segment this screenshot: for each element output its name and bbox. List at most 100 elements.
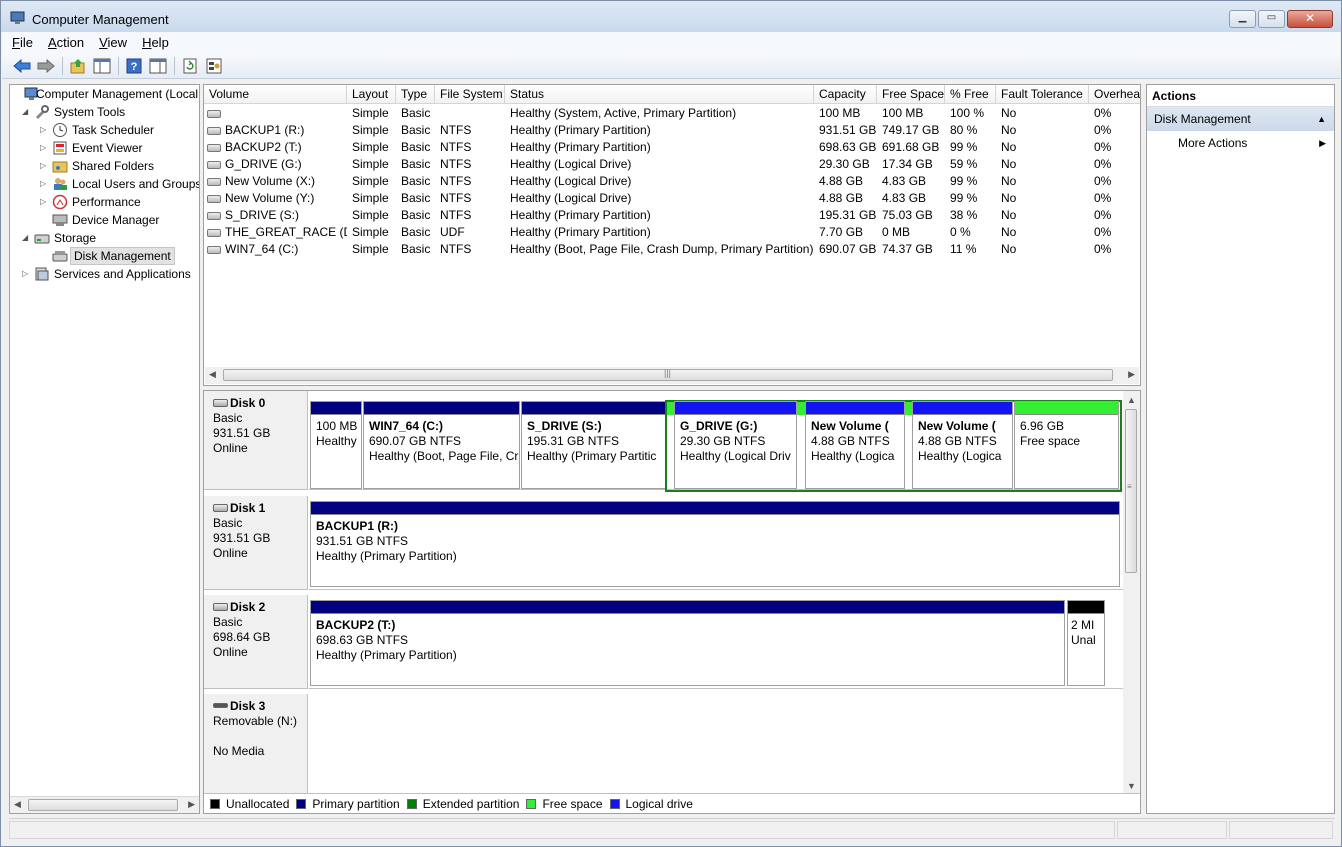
disk-0-label[interactable]: Disk 0 Basic 931.51 GB Online [204, 391, 308, 490]
column-header-file-system[interactable]: File System [435, 85, 505, 104]
system-tools-icon [35, 105, 49, 120]
cell-file-system: NTFS [440, 191, 472, 205]
properties-button[interactable] [204, 56, 224, 76]
tree-expand-icon[interactable]: ▷ [22, 265, 32, 283]
cell-type: Basic [401, 123, 431, 137]
more-actions-item[interactable]: More Actions ▶ [1147, 131, 1334, 155]
tree-expand-icon[interactable]: ▷ [40, 121, 50, 139]
partition-s-drive-s[interactable]: S_DRIVE (S:) 195.31 GB NTFS Healthy (Prima… [521, 401, 666, 489]
cell-layout: Simple [352, 242, 389, 256]
scrollbar-thumb[interactable]: ||| [223, 368, 1113, 381]
column-header-capacity[interactable]: Capacity [814, 85, 877, 104]
tree-expand-icon[interactable]: ▷ [40, 175, 50, 193]
show-hide-action-pane-icon [149, 58, 167, 73]
column-header-layout[interactable]: Layout [347, 85, 396, 104]
tree-collapse-icon[interactable]: ◢ [22, 103, 32, 121]
toolbar: ? [2, 53, 1340, 79]
menu-view[interactable]: View [99, 35, 127, 50]
cell-free-space: 100 MB [882, 106, 924, 120]
column-header-status[interactable]: Status [505, 85, 814, 104]
up-one-level-button[interactable] [68, 56, 88, 76]
help-button[interactable]: ? [124, 56, 144, 76]
scroll-right-icon[interactable]: ▶ [188, 799, 195, 810]
scroll-down-icon[interactable]: ▼ [1127, 781, 1136, 791]
cell-percent-free: 100 % [950, 106, 985, 120]
refresh-button[interactable] [180, 56, 200, 76]
partition-backup1-r[interactable]: BACKUP1 (R:) 931.51 GB NTFS Healthy (Prima… [310, 501, 1120, 587]
column-header-type[interactable]: Type [396, 85, 435, 104]
cell-fault-tolerance: No [1001, 174, 1017, 188]
cell-layout: Simple [352, 225, 389, 239]
volume-list-horizontal-scrollbar[interactable]: ◀ ||| ▶ [205, 367, 1139, 384]
users-icon [54, 178, 67, 190]
scroll-up-icon[interactable]: ▲ [1127, 395, 1136, 405]
volume-row[interactable]: G_DRIVE (G:) Simple Basic NTFS Healthy (Logi… [204, 156, 1140, 173]
column-header-fault-tolerance[interactable]: Fault Tolerance [996, 85, 1089, 104]
volume-row[interactable]: BACKUP1 (R:) Simple Basic NTFS Healthy (Prim… [204, 122, 1140, 139]
partition-win7-64-c[interactable]: WIN7_64 (C:) 690.07 GB NTFS Healthy (Boot,… [363, 401, 520, 489]
partition-free-space[interactable]: 6.96 GB Free space [1014, 401, 1119, 489]
cell-percent-free: 80 % [950, 123, 978, 137]
cell-overhead: 0% [1094, 225, 1112, 239]
title-bar[interactable]: Computer Management ▁ ▭ ✕ [1, 1, 1341, 32]
menu-help[interactable]: Help [142, 35, 169, 50]
tree-horizontal-scrollbar[interactable]: ◀ ▶ [10, 796, 199, 813]
show-hide-tree-button[interactable] [92, 56, 112, 76]
actions-section-disk-management[interactable]: Disk Management ▲ [1147, 107, 1334, 131]
column-header-volume[interactable]: Volume [204, 85, 347, 104]
disk-1-label[interactable]: Disk 1 Basic 931.51 GB Online [204, 496, 308, 590]
partition-new-volume-x[interactable]: New Volume (4.88 GB NTFS Healthy (Logica [805, 401, 905, 489]
disk-2-label[interactable]: Disk 2 Basic 698.64 GB Online [204, 595, 308, 689]
partition-new-volume-y[interactable]: New Volume (4.88 GB NTFS Healthy (Logica [912, 401, 1013, 489]
volume-drive-icon [207, 144, 221, 152]
volume-drive-icon [207, 127, 221, 135]
cell-status: Healthy (Logical Drive) [510, 174, 632, 188]
minimize-button[interactable]: ▁ [1229, 10, 1256, 28]
partition-backup2-t[interactable]: BACKUP2 (T:) 698.63 GB NTFS Healthy (Prima… [310, 600, 1065, 686]
cell-free-space: 0 MB [882, 225, 911, 239]
volume-row[interactable]: Simple Basic Healthy (System, Active, Prim… [204, 105, 1140, 122]
column-header-overhead[interactable]: Overhea [1089, 85, 1140, 104]
volume-row[interactable]: THE_GREAT_RACE (D:) Simple Basic UDF Healthy… [204, 224, 1140, 241]
scroll-left-icon[interactable]: ◀ [14, 799, 21, 810]
hard-disk-icon [213, 603, 228, 611]
cell-fault-tolerance: No [1001, 242, 1017, 256]
volume-row[interactable]: WIN7_64 (C:) Simple Basic NTFS Healthy (Boot… [204, 241, 1140, 258]
cell-percent-free: 0 % [950, 225, 971, 239]
menu-action[interactable]: Action [48, 35, 84, 50]
legend-free-space: Free space [526, 797, 603, 811]
show-hide-action-pane-button[interactable] [148, 56, 168, 76]
column-header-free-space[interactable]: Free Space [877, 85, 945, 104]
collapse-icon[interactable]: ▲ [1317, 107, 1326, 131]
scroll-right-icon[interactable]: ▶ [1128, 369, 1135, 380]
extended-gap [667, 402, 674, 415]
tree-collapse-icon[interactable]: ◢ [22, 229, 32, 247]
partition-unallocated[interactable]: 2 MI Unal [1067, 600, 1105, 686]
volume-row[interactable]: BACKUP2 (T:) Simple Basic NTFS Healthy (Prim… [204, 139, 1140, 156]
tree-expand-icon[interactable]: ▷ [40, 157, 50, 175]
disk-view-vertical-scrollbar[interactable]: ▲ ≡ ▼ [1123, 391, 1140, 795]
maximize-button[interactable]: ▭ [1258, 10, 1285, 28]
scroll-left-icon[interactable]: ◀ [209, 369, 216, 380]
status-section [1117, 821, 1227, 839]
svg-text:?: ? [131, 61, 138, 73]
partition-g-drive-g[interactable]: G_DRIVE (G:) 29.30 GB NTFS Healthy (Logica… [674, 401, 797, 489]
menu-file[interactable]: File [12, 35, 33, 50]
tree-expand-icon[interactable]: ▷ [40, 139, 50, 157]
disk-3-label[interactable]: Disk 3 Removable (N:) No Media [204, 694, 308, 795]
volume-drive-icon [207, 110, 221, 118]
partition-system-reserved[interactable]: 100 MB Healthy [310, 401, 362, 489]
volume-row[interactable]: S_DRIVE (S:) Simple Basic NTFS Healthy (Prim… [204, 207, 1140, 224]
tree-expand-icon[interactable]: ▷ [40, 193, 50, 211]
extended-gap [797, 402, 805, 415]
scrollbar-thumb[interactable]: ≡ [1125, 409, 1137, 573]
scrollbar-thumb[interactable] [28, 799, 178, 811]
cell-layout: Simple [352, 191, 389, 205]
back-button[interactable] [12, 56, 32, 76]
cell-file-system: NTFS [440, 174, 472, 188]
column-header-percent-free[interactable]: % Free [945, 85, 996, 104]
volume-row[interactable]: New Volume (X:) Simple Basic NTFS Healthy (L… [204, 173, 1140, 190]
volume-row[interactable]: New Volume (Y:) Simple Basic NTFS Healthy (L… [204, 190, 1140, 207]
forward-button[interactable] [36, 56, 56, 76]
close-button[interactable]: ✕ [1287, 10, 1333, 28]
